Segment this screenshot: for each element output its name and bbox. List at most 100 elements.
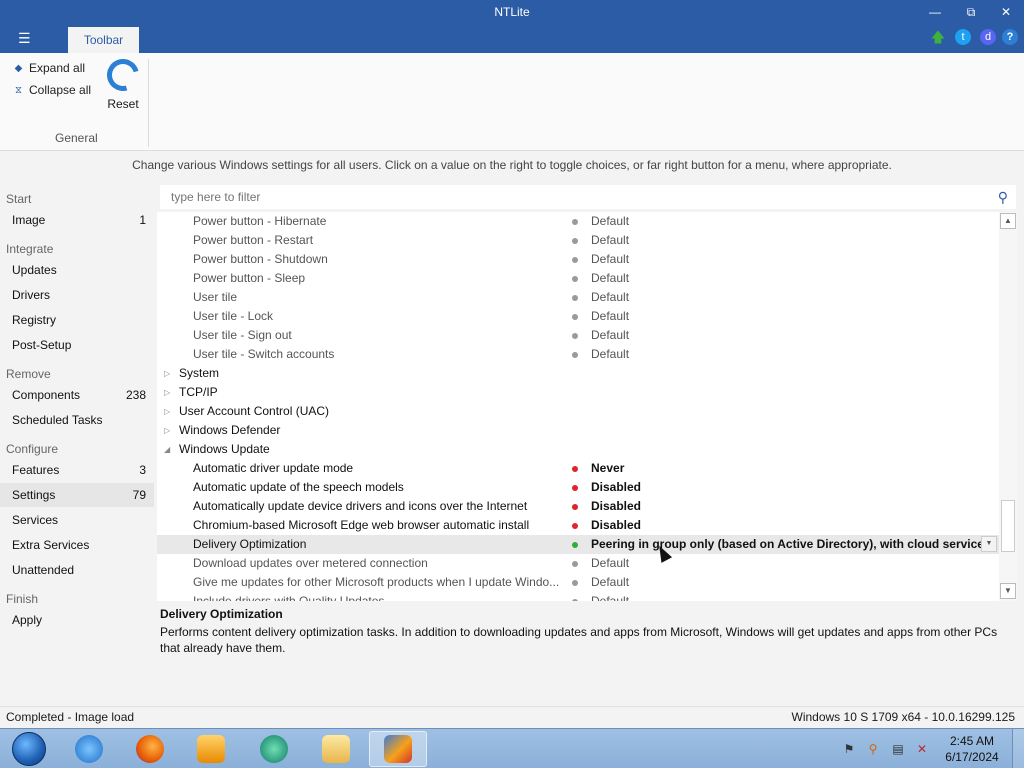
setting-name: Chromium-based Microsoft Edge web browse…: [193, 518, 530, 532]
setting-name: Automatic driver update mode: [193, 461, 354, 475]
discord-icon[interactable]: d: [980, 29, 996, 45]
setting-row[interactable]: User tile - Lock Default: [157, 307, 999, 326]
setting-value[interactable]: Never: [591, 459, 624, 478]
category-row[interactable]: ▷ System: [157, 364, 999, 383]
collapsed-triangle-icon[interactable]: ▷: [164, 402, 170, 421]
setting-row[interactable]: Power button - Restart Default: [157, 231, 999, 250]
sidebar-item-scheduled-tasks[interactable]: Scheduled Tasks: [0, 408, 154, 432]
help-icon[interactable]: ?: [1002, 29, 1018, 45]
network-icon[interactable]: ▤: [891, 742, 905, 756]
setting-row[interactable]: Automatically update device drivers and …: [157, 497, 999, 516]
start-button[interactable]: [0, 731, 58, 767]
setting-value[interactable]: Default: [591, 326, 629, 345]
show-desktop-button[interactable]: [1012, 729, 1024, 768]
setting-value[interactable]: Disabled: [591, 497, 641, 516]
setting-row[interactable]: User tile Default: [157, 288, 999, 307]
restore-button[interactable]: ⧉: [954, 2, 988, 22]
setting-row[interactable]: Delivery Optimization Peering in group on…: [157, 535, 999, 554]
setting-value[interactable]: Peering in group only (based on Active D…: [591, 535, 984, 554]
status-dot-icon: [572, 504, 578, 510]
setting-value[interactable]: Default: [591, 288, 629, 307]
taskbar-ie[interactable]: [60, 731, 118, 767]
setting-value[interactable]: Default: [591, 592, 629, 601]
tab-toolbar[interactable]: Toolbar: [68, 27, 139, 53]
sidebar-item-settings[interactable]: Settings 79: [0, 483, 154, 507]
sidebar-item-label: Image: [12, 213, 46, 227]
setting-row[interactable]: User tile - Sign out Default: [157, 326, 999, 345]
category-row[interactable]: ◢ Windows Update: [157, 440, 999, 459]
category-row[interactable]: ▷ User Account Control (UAC): [157, 402, 999, 421]
twitter-icon[interactable]: t: [955, 29, 971, 45]
setting-value[interactable]: Default: [591, 573, 629, 592]
status-dot-icon: [572, 238, 578, 244]
setting-row[interactable]: Chromium-based Microsoft Edge web browse…: [157, 516, 999, 535]
expanded-triangle-icon[interactable]: ◢: [164, 440, 170, 459]
sidebar-item-extra-services[interactable]: Extra Services: [0, 533, 154, 557]
volume-muted-icon[interactable]: ✕: [915, 742, 929, 756]
setting-row[interactable]: Automatic update of the speech models Dis…: [157, 478, 999, 497]
flag-icon[interactable]: ⚑: [842, 742, 856, 756]
setting-value[interactable]: Default: [591, 269, 629, 288]
setting-row[interactable]: Include drivers with Quality Updates Defa…: [157, 592, 999, 601]
status-dot-icon: [572, 219, 578, 225]
hamburger-icon[interactable]: ☰: [18, 30, 31, 47]
scroll-up-button[interactable]: ▲: [1000, 213, 1016, 229]
search-tray-icon[interactable]: ⚲: [866, 742, 880, 756]
setting-row[interactable]: User tile - Switch accounts Default: [157, 345, 999, 364]
taskbar-media-player[interactable]: [182, 731, 240, 767]
setting-value[interactable]: Default: [591, 231, 629, 250]
category-row[interactable]: ▷ Windows Defender: [157, 421, 999, 440]
taskbar-browser-app[interactable]: [245, 731, 303, 767]
category-row[interactable]: ▷ TCP/IP: [157, 383, 999, 402]
vertical-scrollbar[interactable]: ▲ ▼: [999, 212, 1017, 601]
sidebar-item-registry[interactable]: Registry: [0, 308, 154, 332]
scroll-down-button[interactable]: ▼: [1000, 583, 1016, 599]
sidebar-item-post-setup[interactable]: Post-Setup: [0, 333, 154, 357]
setting-row[interactable]: Power button - Shutdown Default: [157, 250, 999, 269]
setting-value[interactable]: Default: [591, 345, 629, 364]
setting-value[interactable]: Default: [591, 212, 629, 231]
setting-row[interactable]: Automatic driver update mode Never: [157, 459, 999, 478]
expand-all-label: Expand all: [29, 61, 86, 75]
value-menu-button[interactable]: ▼: [981, 536, 997, 552]
search-icon[interactable]: ⚲: [998, 189, 1008, 206]
taskbar-firefox[interactable]: [121, 731, 179, 767]
minimize-button[interactable]: —: [918, 2, 952, 22]
update-arrow-icon[interactable]: 🡅: [930, 29, 946, 45]
sidebar-section-integrate: Integrate: [6, 242, 54, 256]
close-button[interactable]: ✕: [989, 2, 1023, 22]
scroll-thumb[interactable]: [1001, 500, 1015, 552]
taskbar-clock[interactable]: 2:45 AM 6/17/2024: [942, 733, 1002, 765]
sidebar-item-apply[interactable]: Apply: [0, 608, 154, 632]
expand-all-button[interactable]: ◆ Expand all: [12, 61, 85, 75]
description-text: Performs content delivery optimization t…: [160, 625, 998, 655]
sidebar-item-drivers[interactable]: Drivers: [0, 283, 154, 307]
setting-row[interactable]: Power button - Sleep Default: [157, 269, 999, 288]
setting-value[interactable]: Disabled: [591, 478, 641, 497]
filter-input[interactable]: [160, 185, 960, 209]
setting-name: Give me updates for other Microsoft prod…: [193, 575, 560, 589]
sidebar-section-finish: Finish: [6, 592, 39, 606]
setting-row[interactable]: Give me updates for other Microsoft prod…: [157, 573, 999, 592]
setting-value[interactable]: Default: [591, 554, 629, 573]
setting-row[interactable]: Power button - Hibernate Default: [157, 212, 999, 231]
collapsed-triangle-icon[interactable]: ▷: [164, 383, 170, 402]
sidebar-item-label: Drivers: [12, 288, 50, 302]
setting-value[interactable]: Disabled: [591, 516, 641, 535]
sidebar-item-unattended[interactable]: Unattended: [0, 558, 154, 582]
setting-value[interactable]: Default: [591, 250, 629, 269]
setting-value[interactable]: Default: [591, 307, 629, 326]
taskbar-file-explorer[interactable]: [307, 731, 365, 767]
collapsed-triangle-icon[interactable]: ▷: [164, 364, 170, 383]
sidebar-item-services[interactable]: Services: [0, 508, 154, 532]
collapsed-triangle-icon[interactable]: ▷: [164, 421, 170, 440]
taskbar-ntlite[interactable]: [369, 731, 427, 767]
setting-name: User tile - Lock: [193, 309, 274, 323]
sidebar-item-image[interactable]: Image 1: [0, 208, 154, 232]
sidebar-item-features[interactable]: Features 3: [0, 458, 154, 482]
reset-button[interactable]: Reset: [101, 53, 145, 111]
setting-row[interactable]: Download updates over metered connection…: [157, 554, 999, 573]
sidebar-item-updates[interactable]: Updates: [0, 258, 154, 282]
sidebar-item-components[interactable]: Components 238: [0, 383, 154, 407]
collapse-all-button[interactable]: ⧖ Collapse all: [12, 83, 91, 97]
